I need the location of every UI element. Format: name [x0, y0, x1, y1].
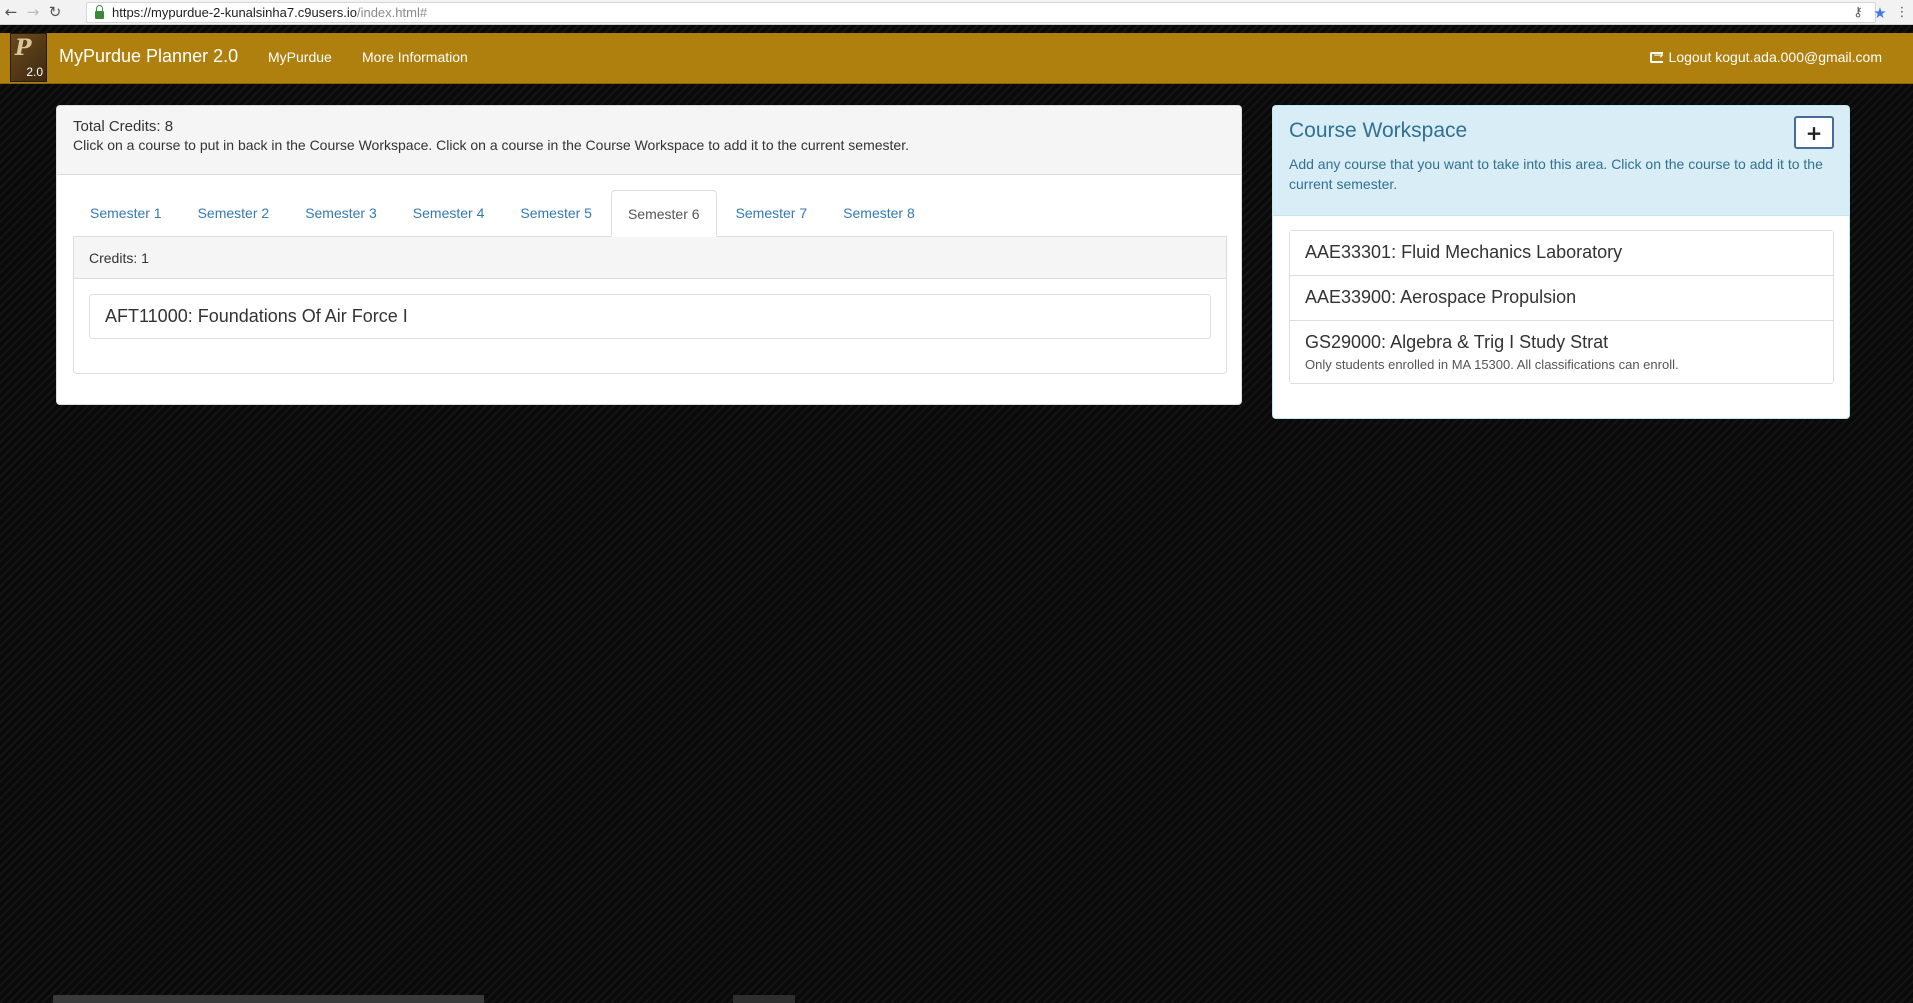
horizontal-scrollbar-thumb[interactable]: [53, 995, 484, 1003]
tab-semester-3[interactable]: Semester 3: [288, 190, 394, 236]
browser-toolbar: ← → ↻ https://mypurdue-2-kunalsinha7.c9u…: [0, 0, 1913, 25]
course-restriction-note: Only students enrolled in MA 15300. All …: [1305, 357, 1679, 372]
workspace-description: Add any course that you want to take int…: [1289, 156, 1823, 192]
key-icon[interactable]: ⚷: [1847, 5, 1869, 20]
url-path: /index.html#: [356, 5, 428, 20]
logout-label: Logout kogut.ada.000@gmail.com: [1668, 49, 1882, 65]
course-title: AAE33900: Aerospace Propulsion: [1305, 287, 1577, 307]
logo-version: 2.0: [26, 65, 43, 79]
logo-letter: P: [15, 35, 32, 61]
logout-icon: [1649, 48, 1664, 63]
workspace-course-item[interactable]: AAE33900: Aerospace Propulsion: [1290, 276, 1833, 321]
course-title: GS29000: Algebra & Trig I Study Strat: [1305, 332, 1609, 352]
semester-credits: Credits: 1: [74, 237, 1226, 279]
workspace-heading: Course Workspace Add any course that you…: [1273, 106, 1849, 216]
forward-icon[interactable]: →: [22, 0, 44, 25]
tab-semester-6[interactable]: Semester 6: [610, 190, 717, 237]
course-title: AAE33301: Fluid Mechanics Laboratory: [1305, 242, 1623, 262]
scrollbar-segment: [733, 995, 795, 1003]
brand-title[interactable]: MyPurdue Planner 2.0: [59, 46, 238, 67]
semester-course-item[interactable]: AFT11000: Foundations Of Air Force I: [89, 294, 1211, 339]
workspace-course-list: AAE33301: Fluid Mechanics Laboratory AAE…: [1289, 230, 1834, 384]
address-bar[interactable]: https://mypurdue-2-kunalsinha7.c9users.i…: [86, 2, 1876, 23]
total-credits: Total Credits: 8: [73, 118, 174, 135]
workspace-course-item[interactable]: AAE33301: Fluid Mechanics Laboratory: [1290, 231, 1833, 276]
lock-icon: [95, 4, 104, 19]
planner-instructions: Click on a course to put in back in the …: [73, 137, 909, 153]
url-host: https://mypurdue-2-kunalsinha7.c9users.i…: [112, 5, 357, 20]
browser-actions: ⚷ ★ ⋮: [1847, 0, 1913, 25]
logout-link[interactable]: Logout kogut.ada.000@gmail.com: [1649, 48, 1882, 65]
back-icon[interactable]: ←: [0, 0, 22, 25]
course-workspace-panel: Course Workspace Add any course that you…: [1272, 105, 1850, 419]
semester-tabs: Semester 1 Semester 2 Semester 3 Semeste…: [73, 190, 1227, 237]
semester-planner-panel: Total Credits: 8 Click on a course to pu…: [56, 105, 1242, 405]
bookmark-star-icon[interactable]: ★: [1869, 4, 1891, 22]
semester-content: Credits: 1 AFT11000: Foundations Of Air …: [73, 237, 1227, 374]
app-navbar: P 2.0 MyPurdue Planner 2.0 MyPurdue More…: [0, 33, 1913, 84]
tab-semester-7[interactable]: Semester 7: [719, 190, 825, 236]
tab-semester-4[interactable]: Semester 4: [396, 190, 502, 236]
workspace-course-item[interactable]: GS29000: Algebra & Trig I Study Strat On…: [1290, 321, 1833, 383]
tab-semester-5[interactable]: Semester 5: [503, 190, 609, 236]
workspace-title: Course Workspace: [1289, 119, 1468, 142]
menu-icon[interactable]: ⋮: [1891, 5, 1913, 20]
tab-semester-8[interactable]: Semester 8: [826, 190, 932, 236]
purdue-logo[interactable]: P 2.0: [10, 33, 47, 82]
nav-link-more-information[interactable]: More Information: [362, 49, 468, 65]
tab-semester-1[interactable]: Semester 1: [73, 190, 179, 236]
nav-link-mypurdue[interactable]: MyPurdue: [268, 49, 332, 65]
planner-heading: Total Credits: 8 Click on a course to pu…: [57, 106, 1241, 175]
add-course-button[interactable]: +: [1794, 116, 1834, 149]
reload-icon[interactable]: ↻: [44, 0, 66, 25]
tab-semester-2[interactable]: Semester 2: [181, 190, 287, 236]
